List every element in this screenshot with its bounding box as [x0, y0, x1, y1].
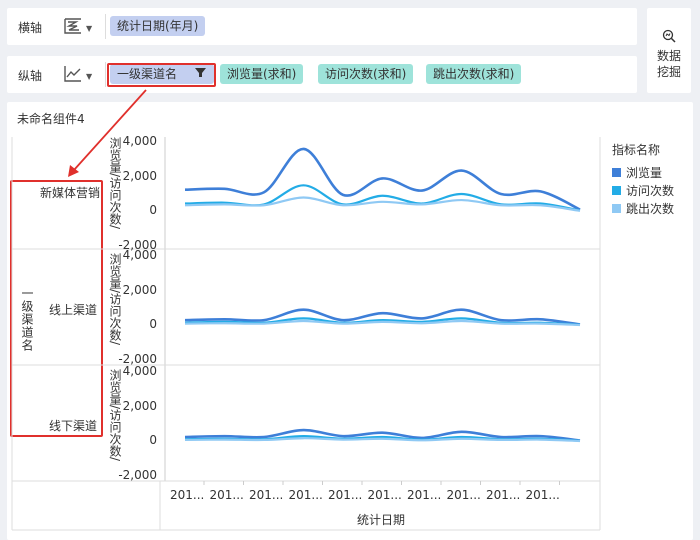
x-tick-label: 201... [209, 488, 244, 502]
y-axis-title-2: 浏览量/访问次数/ [108, 253, 122, 346]
y-tick-label: 0 [149, 203, 157, 218]
metric-pill-pageviews[interactable]: 浏览量(求和) [220, 64, 304, 84]
y-tick-label: 4,000 [122, 364, 157, 378]
x-axis-bar: 横轴 ▼ 统计日期(年月) [7, 8, 637, 45]
widget-title: 未命名组件4 [17, 112, 85, 126]
x-tick-label: 201... [367, 488, 402, 502]
legend-item[interactable]: 跳出次数 [612, 200, 674, 217]
divider [105, 14, 106, 39]
x-axis-label: 横轴 [18, 21, 43, 35]
data-mining-label: 数据 挖掘 [656, 49, 681, 79]
legend-swatch [612, 186, 621, 195]
data-mining-icon [662, 28, 676, 47]
x-tick-label: 201... [446, 488, 481, 502]
legend-label: 跳出次数 [626, 202, 675, 216]
y-tick-label: 2,000 [122, 398, 157, 413]
legend-item[interactable]: 访问次数 [612, 182, 674, 199]
legend-label: 访问次数 [626, 184, 675, 198]
x-tick-label: 201... [288, 488, 323, 502]
y-axis-bar: 纵轴 ▼ 一级渠道名 浏览量(求和) 访问次数(求和) 跳出次数(求和) [7, 56, 637, 93]
row-header-highlight-box [10, 180, 103, 437]
y-axis-type-selector[interactable]: ▼ [63, 64, 92, 88]
x-tick-label: 201... [407, 488, 442, 502]
y-tick-label: 2,000 [122, 168, 157, 183]
y-tick-label: 4,000 [122, 134, 157, 148]
dimension-highlight-box [107, 63, 216, 87]
y-tick-label: 2,000 [122, 282, 157, 297]
metric-pill-bounces[interactable]: 跳出次数(求和) [426, 64, 522, 84]
y-tick-label: -2,000 [118, 468, 157, 482]
legend-item[interactable]: 浏览量 [612, 164, 662, 181]
x-axis-title: 统计日期 [357, 513, 406, 527]
y-axis-title-1: 浏览量/访问次数/ [108, 137, 122, 230]
x-tick-label: 201... [249, 488, 284, 502]
x-tick-label: 201... [486, 488, 521, 502]
legend-swatch [612, 168, 621, 177]
x-field-pill[interactable]: 统计日期(年月) [110, 16, 206, 36]
line-chart-icon [63, 64, 83, 88]
legend-label: 浏览量 [626, 166, 663, 180]
y-tick-label: 0 [149, 317, 157, 332]
y-tick-label: 4,000 [122, 248, 157, 262]
x-axis-type-selector[interactable]: ▼ [63, 16, 92, 40]
divider [105, 62, 106, 87]
metric-pill-visits[interactable]: 访问次数(求和) [318, 64, 414, 84]
chevron-down-icon: ▼ [86, 71, 93, 81]
y-axis-title-3: 浏览量/访问次数/ [108, 369, 122, 462]
x-tick-label: 201... [170, 488, 205, 502]
legend-swatch [612, 204, 621, 213]
data-mining-button[interactable]: 数据 挖掘 [647, 8, 691, 93]
legend-title: 指标名称 [612, 143, 661, 157]
x-tick-label: 201... [525, 488, 560, 502]
waterfall-chart-icon [63, 16, 83, 40]
chevron-down-icon: ▼ [86, 23, 93, 33]
y-tick-label: 0 [149, 433, 157, 448]
y-axis-label: 纵轴 [18, 69, 43, 83]
x-tick-label: 201... [328, 488, 363, 502]
